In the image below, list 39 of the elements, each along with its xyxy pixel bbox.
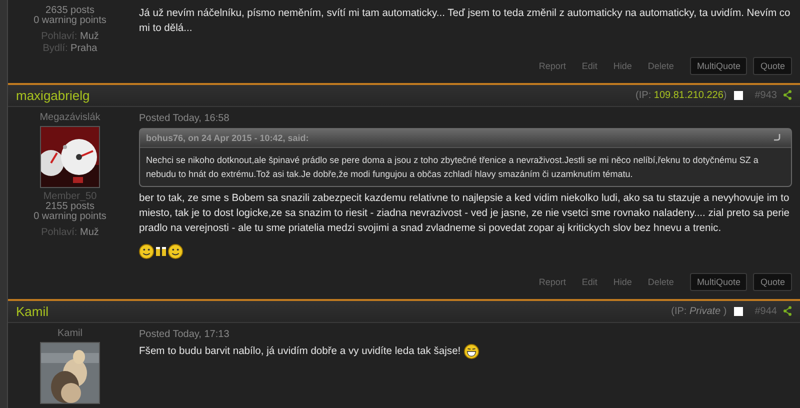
post-action-button[interactable]: Quote (753, 272, 792, 291)
user-rank: Megazávislák (40, 112, 100, 123)
post-count: 2155 posts (46, 202, 94, 212)
ip-address: (IP: 109.81.210.226) (636, 90, 727, 101)
post-action-link[interactable]: Hide (613, 60, 632, 71)
post-action-link[interactable]: Delete (648, 60, 674, 71)
post-text: ber to tak, ze sme s Bobem sa snazili zabezpecit kazdemu relativne to najlepsie a ked vidim niekolko ludi, ako sa tu stazuje a nevyhovuje im to miesto, tak je to dost logicke,ze sa snazim to riesit - ziadna nevrazivost - ved je jasne, ze nie vsetci sme rovnako naladeny.... zial preto sa perie pradlo na verejnosti - ale tu sme priatelia medzi svojimi a snad zvladneme si povedat zopar aj kritickych slov bez hnevu a trenic. (139, 192, 791, 236)
smiley-icon (168, 244, 183, 259)
post-number[interactable]: #944 (754, 306, 777, 317)
post-action-link[interactable]: Report (538, 60, 566, 71)
post-action-button[interactable]: Quote (753, 56, 792, 75)
select-checkbox[interactable] (734, 90, 743, 100)
ip-address: (IP: Private ) (671, 306, 727, 317)
post-text: Fšem to budu barvit nabílo, já uvidím dobře a vy uvidíte leda tak šajse! (139, 344, 792, 360)
quote-text: Nechci se nikoho dotknout,ale špinavé prádlo se pere doma a jsou z toho zbytečné třenice a nevraživost.Jestli se mi něco nelíbí,řeknu to dotyčnému SZ a nebudu to hnát do extrému.Tož asi tak.Je dobře,že modi fungujou a občas zchladí hlavy smazáním či uzamknutím tématu. (145, 154, 760, 181)
user-avatar[interactable] (40, 126, 100, 188)
post-action-link[interactable]: Report (538, 276, 566, 287)
smiley-icon (139, 244, 154, 259)
user-rank: Kamil (57, 329, 82, 340)
post-action-link[interactable]: Hide (613, 276, 632, 287)
post-text: Já už nevím náčelníku, písmo neměním, svítí mi tam automaticky... Teď jsem to teda změnil z automaticky na automaticky, ta uvidím. Nevím co mi to dělá... (139, 7, 792, 36)
author-name[interactable]: Kamil (16, 304, 672, 319)
post-count: 2635 posts (46, 6, 94, 16)
post-number[interactable]: #943 (754, 90, 777, 101)
select-checkbox[interactable] (734, 306, 743, 316)
post-date: Posted Today, 16:58 (139, 112, 230, 124)
post-action-button[interactable]: MultiQuote (690, 272, 748, 291)
post-action-button[interactable]: MultiQuote (690, 56, 748, 75)
share-icon[interactable] (783, 90, 792, 100)
post-action-link[interactable]: Edit (582, 60, 598, 71)
quote-citation: bohus76, on 24 Apr 2015 - 10:42, said: (146, 132, 309, 143)
post-date: Posted Today, 17:13 (139, 329, 230, 340)
post-action-link[interactable]: Edit (582, 276, 598, 287)
author-name[interactable]: maxigabrielg (16, 88, 636, 103)
warning-points: 0 warning points (34, 212, 106, 222)
warning-points: 0 warning points (34, 16, 106, 26)
beer-icon (155, 245, 167, 258)
post-action-link[interactable]: Delete (648, 276, 674, 287)
share-icon[interactable] (783, 306, 792, 316)
